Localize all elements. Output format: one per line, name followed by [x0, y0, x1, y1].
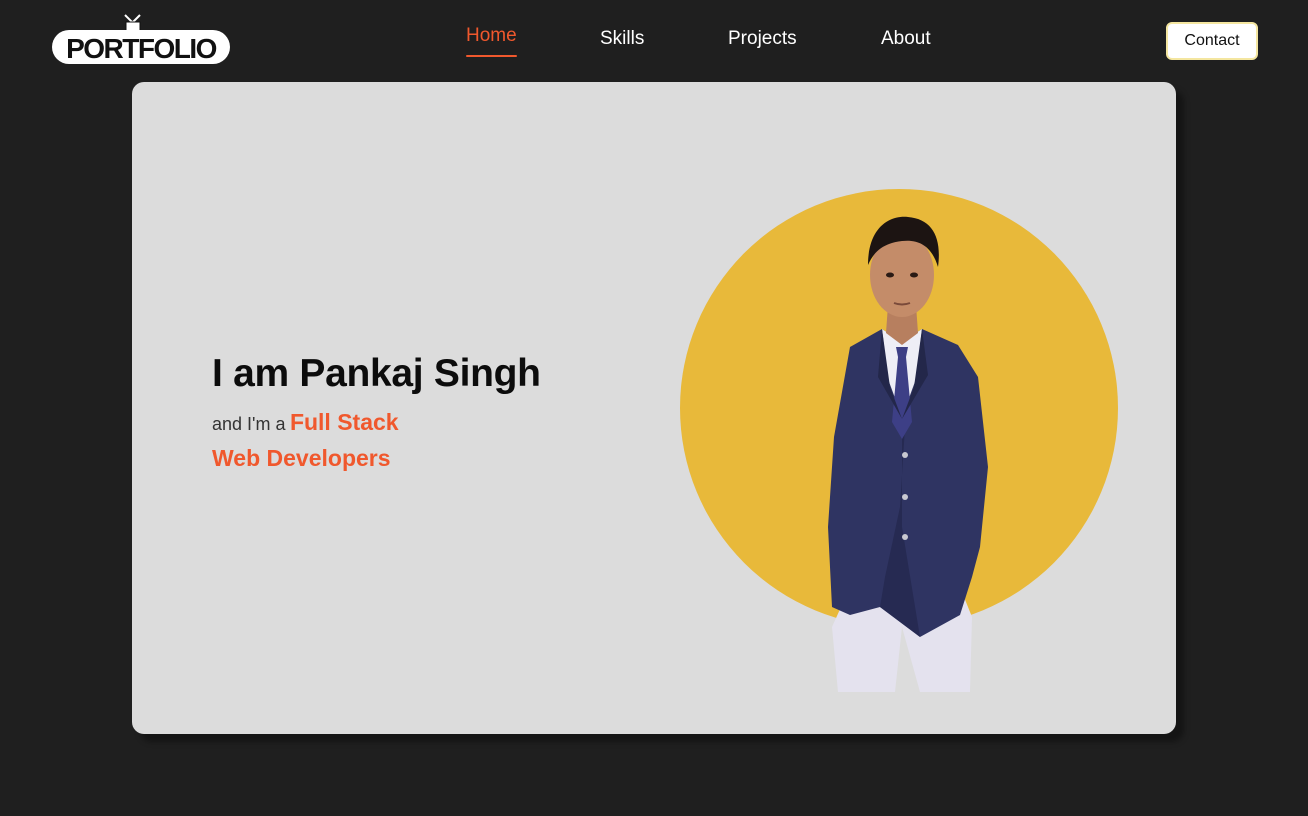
nav-about-label: About	[881, 28, 931, 49]
hero-role-line2: Web Developers	[212, 445, 391, 471]
nav-skills[interactable]: Skills	[600, 28, 644, 50]
main-nav: Home Skills Projects About	[0, 0, 1308, 80]
active-underline	[466, 55, 517, 57]
contact-button[interactable]: Contact	[1166, 22, 1258, 60]
nav-about[interactable]: About	[881, 28, 931, 50]
hero-card: I am Pankaj Singh and I'm a Full Stack W…	[132, 82, 1176, 734]
nav-home[interactable]: Home	[466, 25, 517, 57]
hero-subtitle: and I'm a Full Stack Web Developers	[212, 406, 472, 478]
hero-subtitle-prefix: and I'm a	[212, 414, 286, 434]
hero-role-line1: Full Stack	[289, 409, 399, 435]
nav-projects[interactable]: Projects	[728, 28, 797, 50]
nav-home-label: Home	[466, 25, 517, 46]
contact-button-label: Contact	[1184, 32, 1240, 49]
page: PORTFOLIO Home Skills Projects About Con…	[0, 0, 1308, 816]
profile-photo	[810, 207, 1025, 692]
hero-title: I am Pankaj Singh	[212, 352, 541, 395]
nav-skills-label: Skills	[600, 28, 645, 49]
nav-projects-label: Projects	[728, 28, 797, 49]
